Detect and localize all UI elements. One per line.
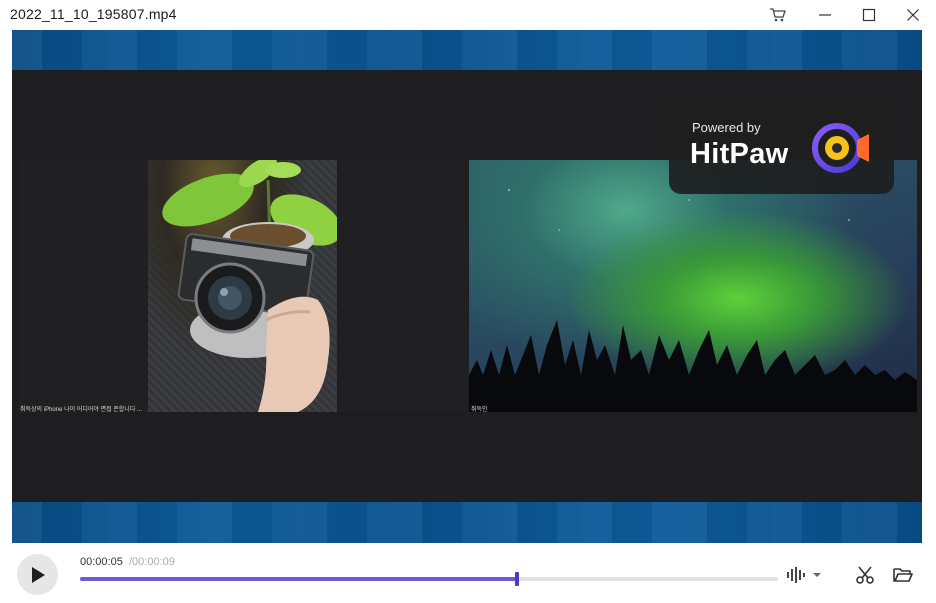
minimize-button[interactable]	[803, 0, 847, 30]
maximize-button[interactable]	[847, 0, 891, 30]
open-folder-button[interactable]	[890, 564, 916, 586]
folder-open-icon	[893, 568, 913, 582]
cart-button[interactable]	[756, 0, 800, 30]
play-button[interactable]	[17, 554, 58, 595]
hitpaw-watermark: Powered by HitPaw	[669, 98, 894, 194]
video-bottom-band	[12, 502, 922, 543]
video-stage: 취득상의 iPhone 나이 어디어야 면접 존합니다 ... 취득인 Powe…	[12, 70, 922, 502]
window-title: 2022_11_10_195807.mp4	[10, 6, 177, 22]
cut-button[interactable]	[853, 564, 877, 586]
play-icon	[31, 566, 45, 583]
player-window: 2022_11_10_195807.mp4 취득상의 iPhone 나이 어디어…	[0, 0, 936, 603]
aurora-trees-art	[469, 177, 917, 412]
watermark-brand: HitPaw	[690, 138, 789, 170]
seek-bar[interactable]	[80, 572, 778, 586]
chevron-down-icon	[813, 573, 821, 577]
hitpaw-logo-icon	[812, 123, 869, 173]
total-time: /00:00:09	[129, 556, 175, 568]
seek-bar-handle[interactable]	[514, 572, 519, 586]
audio-track-button[interactable]	[783, 564, 809, 586]
player-controls: 00:00:05 /00:00:09	[0, 543, 936, 603]
current-time: 00:00:05	[80, 556, 123, 568]
camera-photo-art	[162, 160, 337, 412]
cart-icon	[770, 8, 786, 22]
maximize-icon	[862, 8, 876, 22]
minimize-icon	[819, 14, 831, 16]
video-tile-left: 취득상의 iPhone 나이 어디어야 면접 존합니다 ...	[18, 160, 468, 413]
tile-caption: 취득인	[471, 407, 488, 412]
watermark-powered-by: Powered by	[692, 120, 761, 135]
seek-bar-progress	[80, 577, 517, 581]
tile-caption: 취득상의 iPhone 나이 어디어야 면접 존합니다 ...	[20, 407, 143, 413]
close-icon	[907, 9, 919, 21]
title-bar: 2022_11_10_195807.mp4	[0, 0, 936, 30]
audio-waveform-icon	[787, 567, 805, 583]
video-top-band	[12, 30, 922, 70]
audio-track-dropdown[interactable]	[810, 568, 824, 582]
scissors-icon	[856, 566, 874, 584]
close-button[interactable]	[891, 0, 935, 30]
video-canvas[interactable]: 취득상의 iPhone 나이 어디어야 면접 존합니다 ... 취득인 Powe…	[12, 30, 922, 543]
camera-photo	[148, 160, 337, 412]
video-tile-right: 취득인	[469, 160, 917, 412]
